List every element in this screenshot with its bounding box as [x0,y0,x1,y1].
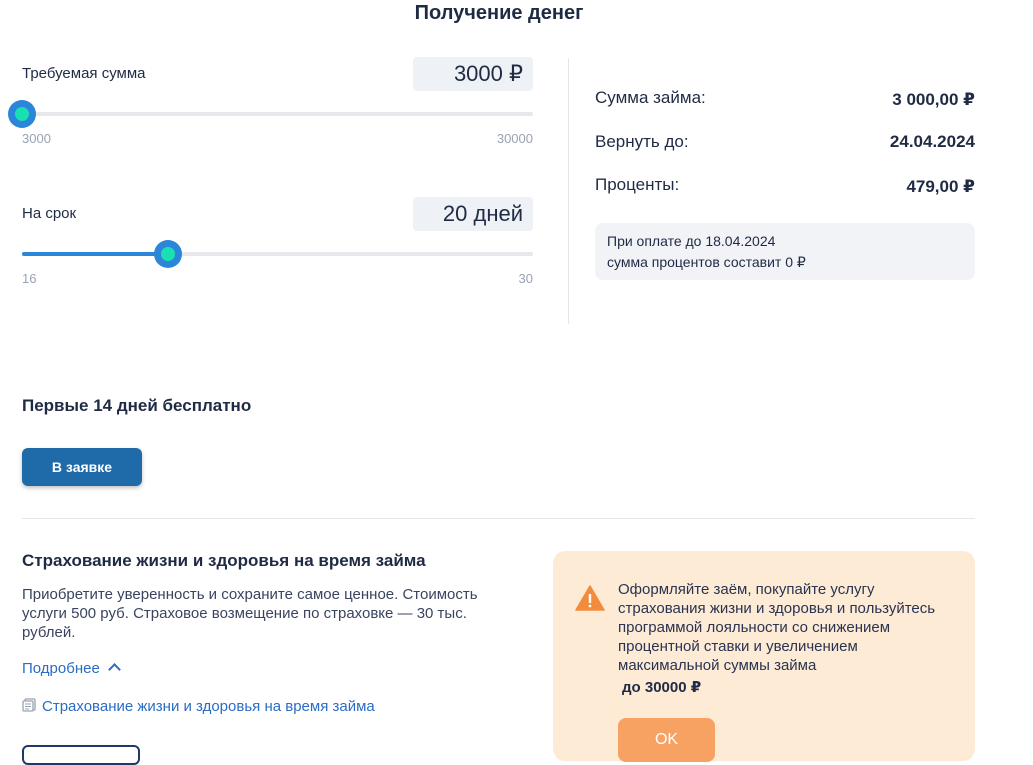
page-title: Получение денег [414,2,584,24]
warning-max-amount: до 30000 ₽ [622,679,702,696]
interest-note: При оплате до 18.04.2024 сумма процентов… [595,223,975,280]
chevron-up-icon [107,663,121,676]
amount-slider[interactable] [8,100,533,128]
amount-label: Требуемая сумма [22,65,146,82]
insurance-doc-link-label: Страхование жизни и здоровья на время за… [42,698,375,715]
vertical-divider [568,58,569,324]
insurance-title: Страхование жизни и здоровья на время за… [22,551,426,570]
amount-value-field[interactable]: 3000 ₽ [413,57,533,91]
ok-button[interactable]: OK [618,718,715,762]
warning-text: Оформляйте заём, покупайте услугу страхо… [618,581,936,674]
insurance-description: Приобретите уверенность и сохраните само… [22,586,478,641]
term-value-field[interactable]: 20 дней [413,197,533,231]
document-icon [22,698,36,716]
term-slider-fill [22,252,168,256]
more-toggle[interactable]: Подробнее [22,660,121,677]
amount-max-label: 30000 [496,131,533,146]
return-date-value: 24.04.2024 [889,132,975,151]
term-slider-thumb[interactable] [154,240,182,268]
term-max-label: 30 [518,271,533,286]
application-button[interactable]: В заявке [22,448,142,486]
term-label: На срок [22,205,77,222]
interest-note-line2: сумма процентов составит 0 ₽ [607,254,806,270]
interest-label: Проценты: [595,175,680,194]
return-date-label: Вернуть до: [595,132,689,151]
interest-note-line1: При оплате до 18.04.2024 [607,233,776,249]
loan-sum-label: Сумма займа: [595,88,706,107]
warning-icon [575,585,605,616]
free-days-text: Первые 14 дней бесплатно [22,396,252,415]
loan-sum-value: 3 000,00 ₽ [892,90,975,109]
insurance-doc-link[interactable]: Страхование жизни и здоровья на время за… [22,698,375,716]
interest-value: 479,00 ₽ [906,177,975,196]
amount-slider-thumb[interactable] [8,100,36,128]
term-slider[interactable] [22,240,533,268]
amount-min-label: 3000 [22,131,51,146]
more-label: Подробнее [22,660,100,677]
partial-bottom-button[interactable] [22,745,140,765]
horizontal-divider [22,518,975,519]
term-min-label: 16 [22,271,37,286]
